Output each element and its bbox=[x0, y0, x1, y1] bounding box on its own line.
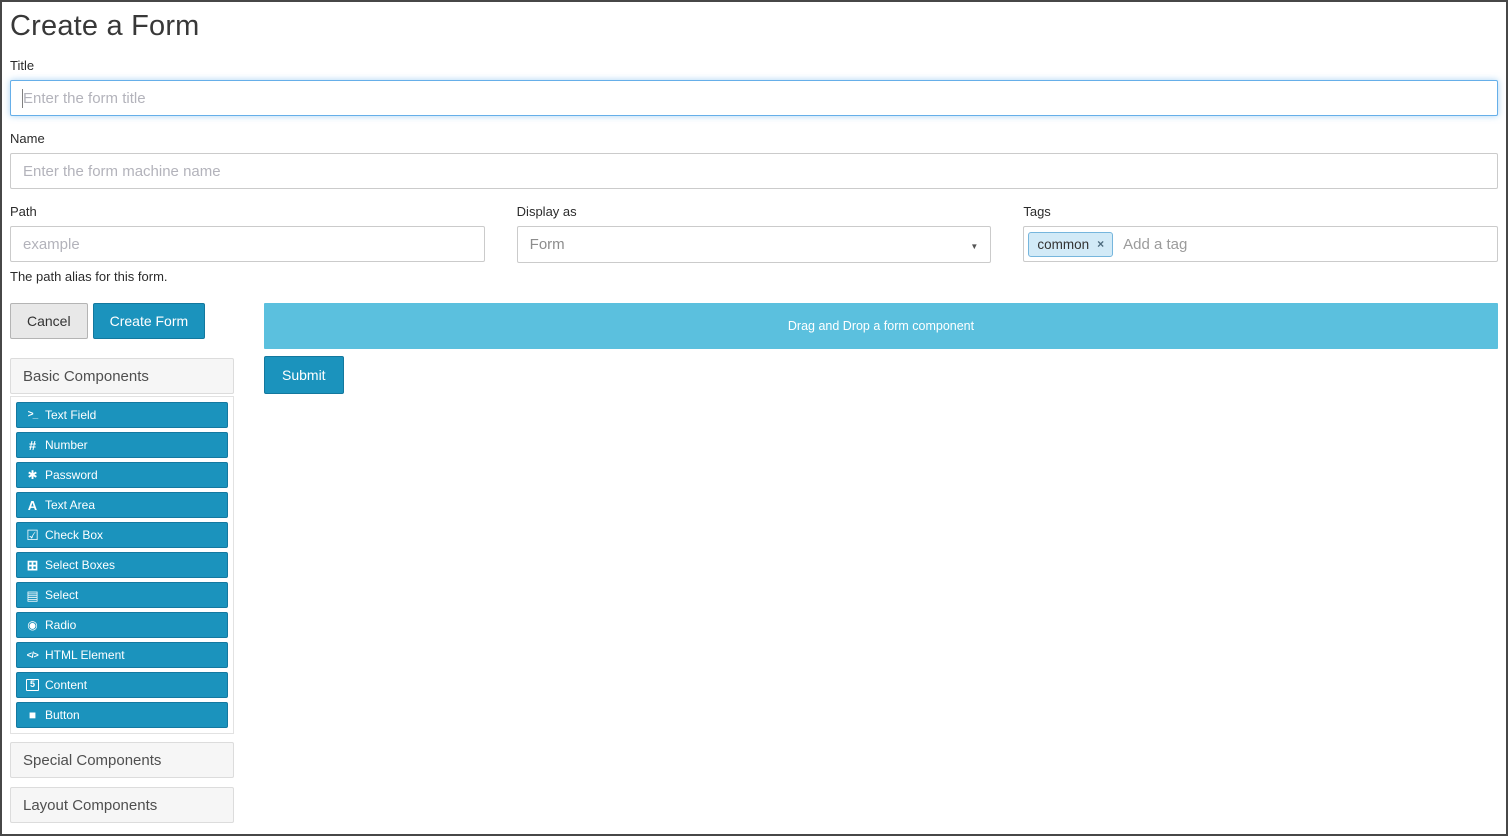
builder-canvas: Drag and Drop a form component Submit bbox=[264, 303, 1498, 823]
group-basic-components[interactable]: Basic Components bbox=[10, 358, 234, 394]
component-list: Text Field Number Password Text bbox=[10, 396, 234, 734]
dot-circle-icon bbox=[25, 619, 40, 631]
dropzone-text: Drag and Drop a form component bbox=[788, 319, 974, 333]
component-label: Content bbox=[45, 678, 87, 692]
title-input[interactable] bbox=[10, 80, 1498, 116]
chevron-down-icon bbox=[970, 236, 978, 254]
tag-text: common bbox=[1037, 237, 1089, 252]
tag-chip: common × bbox=[1028, 232, 1113, 257]
component-select-boxes[interactable]: Select Boxes bbox=[16, 552, 228, 578]
component-html-element[interactable]: HTML Element bbox=[16, 642, 228, 668]
create-form-button[interactable]: Create Form bbox=[93, 303, 206, 339]
page-title: Create a Form bbox=[10, 10, 1498, 43]
title-field-group: Title bbox=[10, 58, 1498, 116]
component-label: Select bbox=[45, 588, 78, 602]
display-as-selected-value: Form bbox=[530, 236, 971, 253]
name-input[interactable] bbox=[10, 153, 1498, 189]
path-help-text: The path alias for this form. bbox=[10, 269, 485, 284]
builder-sidebar: Cancel Create Form Basic Components Text… bbox=[10, 303, 234, 823]
hashtag-icon bbox=[25, 439, 40, 452]
component-label: Text Field bbox=[45, 408, 96, 422]
tags-label: Tags bbox=[1023, 204, 1498, 219]
title-label: Title bbox=[10, 58, 1498, 73]
component-password[interactable]: Password bbox=[16, 462, 228, 488]
form-actions: Cancel Create Form bbox=[10, 303, 234, 339]
font-icon bbox=[25, 499, 40, 512]
component-label: HTML Element bbox=[45, 648, 125, 662]
create-form-page: Create a Form Title Name Path The path a… bbox=[10, 10, 1498, 823]
add-tag-input[interactable] bbox=[1123, 236, 1491, 253]
group-layout-components[interactable]: Layout Components bbox=[10, 787, 234, 823]
builder-area: Cancel Create Form Basic Components Text… bbox=[10, 303, 1498, 823]
group-label: Special Components bbox=[23, 752, 161, 769]
component-button[interactable]: Button bbox=[16, 702, 228, 728]
path-display-tags-row: Path The path alias for this form. Displ… bbox=[10, 204, 1498, 284]
group-special-components[interactable]: Special Components bbox=[10, 742, 234, 778]
terminal-icon bbox=[25, 410, 40, 420]
component-label: Button bbox=[45, 708, 80, 722]
path-field-group: Path The path alias for this form. bbox=[10, 204, 485, 284]
component-label: Text Area bbox=[45, 498, 95, 512]
display-as-field-group: Display as Form bbox=[517, 204, 992, 284]
component-select[interactable]: Select bbox=[16, 582, 228, 608]
square-icon bbox=[25, 709, 40, 721]
form-dropzone[interactable]: Drag and Drop a form component bbox=[264, 303, 1498, 349]
component-check-box[interactable]: Check Box bbox=[16, 522, 228, 548]
component-label: Select Boxes bbox=[45, 558, 115, 572]
component-label: Check Box bbox=[45, 528, 103, 542]
component-label: Password bbox=[45, 468, 98, 482]
asterisk-icon bbox=[25, 469, 40, 481]
component-label: Radio bbox=[45, 618, 76, 632]
submit-button[interactable]: Submit bbox=[264, 356, 344, 394]
component-label: Number bbox=[45, 438, 88, 452]
name-label: Name bbox=[10, 131, 1498, 146]
component-number[interactable]: Number bbox=[16, 432, 228, 458]
tags-input[interactable]: common × bbox=[1023, 226, 1498, 262]
component-radio[interactable]: Radio bbox=[16, 612, 228, 638]
group-label: Layout Components bbox=[23, 797, 157, 814]
name-field-group: Name bbox=[10, 131, 1498, 189]
path-input[interactable] bbox=[10, 226, 485, 262]
cancel-button[interactable]: Cancel bbox=[10, 303, 88, 339]
html5-icon bbox=[25, 679, 40, 691]
plus-square-icon bbox=[25, 558, 40, 572]
check-square-icon bbox=[25, 528, 40, 542]
path-label: Path bbox=[10, 204, 485, 219]
component-text-area[interactable]: Text Area bbox=[16, 492, 228, 518]
group-label: Basic Components bbox=[23, 368, 149, 385]
tag-remove-icon[interactable]: × bbox=[1097, 238, 1104, 250]
display-as-select[interactable]: Form bbox=[517, 226, 992, 263]
component-content[interactable]: Content bbox=[16, 672, 228, 698]
display-as-label: Display as bbox=[517, 204, 992, 219]
tags-field-group: Tags common × bbox=[1023, 204, 1498, 284]
th-list-icon bbox=[25, 589, 40, 602]
code-icon bbox=[25, 651, 40, 660]
component-text-field[interactable]: Text Field bbox=[16, 402, 228, 428]
text-cursor bbox=[22, 89, 23, 108]
